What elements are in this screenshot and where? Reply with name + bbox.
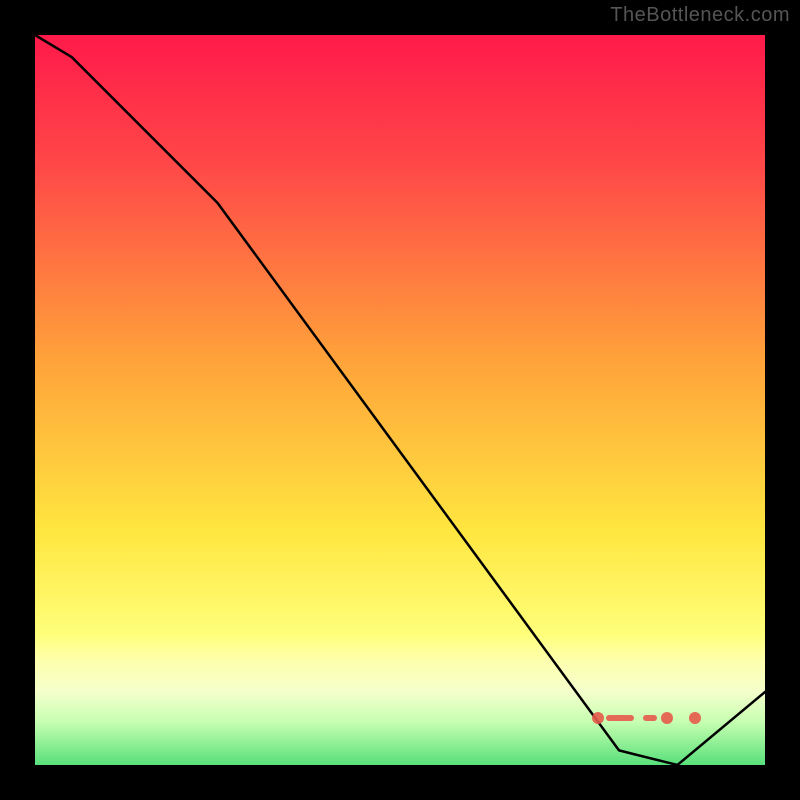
plot-area [35,35,765,765]
marker-dash-icon [643,715,657,721]
marker-dash-icon [606,715,634,721]
marker-dot-icon [689,712,701,724]
bottleneck-curve [35,35,765,765]
attribution-text: TheBottleneck.com [610,4,790,27]
marker-dot-icon [592,712,604,724]
marker-dot-icon [661,712,673,724]
chart-container: TheBottleneck.com [0,0,800,800]
optimal-range-marker [35,713,765,723]
